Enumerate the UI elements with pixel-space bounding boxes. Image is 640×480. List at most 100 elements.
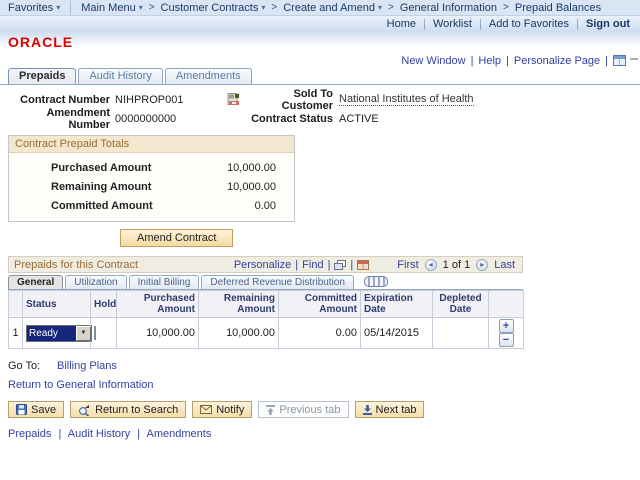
personalize-link[interactable]: Personalize [234, 259, 291, 271]
help-link[interactable]: Help [478, 55, 501, 67]
personalize-layout-icon[interactable] [613, 55, 626, 66]
previous-row-icon[interactable]: ◂ [424, 258, 437, 271]
save-button[interactable]: Save [8, 401, 65, 418]
save-label: Save [31, 403, 57, 416]
divider: | [137, 428, 141, 440]
download-grid-icon[interactable] [357, 259, 370, 270]
tab-audit-history[interactable]: Audit History [78, 68, 163, 84]
divider: | [58, 428, 62, 440]
col-purchased-amount: Purchased Amount [116, 290, 199, 318]
divider: | [350, 258, 354, 271]
breadcrumb-label: General Information [399, 1, 498, 14]
footer-prepaids-link[interactable]: Prepaids [8, 428, 51, 440]
remaining-cell: 10,000.00 [198, 317, 279, 349]
return-to-search-button[interactable]: Return to Search [70, 401, 187, 418]
breadcrumb-general-information[interactable]: General Information [400, 2, 497, 14]
col-hold: Hold [90, 290, 117, 318]
group-box-title: Contract Prepaid Totals [9, 136, 294, 153]
committed-amount-value: 0.00 [254, 199, 276, 212]
expiration-cell: 05/14/2015 [360, 317, 433, 349]
tab-amendments[interactable]: Amendments [164, 68, 252, 84]
notify-button[interactable]: Notify [192, 401, 253, 418]
return-to-general-information-link[interactable]: Return to General Information [8, 379, 154, 391]
amendment-number-label: Amendment Number [46, 106, 110, 131]
show-all-columns-icon[interactable] [363, 276, 388, 287]
breadcrumb-main-menu[interactable]: Main Menu ▾ [81, 2, 142, 14]
breadcrumb-label: Customer Contracts [160, 1, 259, 14]
col-committed-amount: Committed Amount [278, 290, 361, 318]
remaining-amount-value: 10,000.00 [227, 180, 276, 193]
contract-summary-icon[interactable] [227, 93, 241, 106]
billing-plans-link[interactable]: Billing Plans [57, 360, 117, 372]
subtab-deferred-revenue-distribution[interactable]: Deferred Revenue Distribution [201, 275, 354, 289]
scrollbar-artifact [630, 58, 638, 60]
breadcrumb-label: Create and Amend [283, 1, 375, 14]
col-depleted-date: Depleted Date [432, 290, 489, 318]
col-status: Status [22, 290, 91, 318]
purchased-cell: 10,000.00 [116, 317, 199, 349]
footer-audit-history-link[interactable]: Audit History [68, 428, 130, 440]
subtab-utilization[interactable]: Utilization [65, 275, 127, 289]
breadcrumb-customer-contracts[interactable]: Customer Contracts ▾ [161, 2, 266, 14]
grid-title: Prepaids for this Contract [14, 258, 139, 271]
breadcrumb-create-and-amend[interactable]: Create and Amend ▾ [283, 2, 382, 14]
page-links-bar: New Window | Help | Personalize Page | [0, 53, 640, 68]
col-expiration-date: Expiration Date [360, 290, 433, 318]
page-indicator: 1 of 1 [442, 258, 471, 271]
add-row-button[interactable]: + [498, 319, 514, 333]
divider: | [605, 54, 608, 67]
go-to-label: Go To: [8, 360, 41, 372]
add-to-favorites-link[interactable]: Add to Favorites [489, 18, 569, 30]
breadcrumb-separator: > [503, 2, 509, 13]
col-remaining-amount: Remaining Amount [198, 290, 279, 318]
page-toolbar: Save Return to Search Notify Previous ta… [8, 401, 632, 418]
first-link[interactable]: First [397, 259, 418, 271]
logo-band: ORACLE [0, 32, 640, 51]
divider [479, 18, 481, 30]
breadcrumb: Favorites ▾ Main Menu ▾ > Customer Contr… [0, 0, 640, 16]
breadcrumb-divider [70, 0, 72, 15]
breadcrumb-label: Main Menu [81, 1, 136, 14]
next-tab-icon [362, 404, 372, 415]
home-link[interactable]: Home [387, 18, 416, 30]
contract-header: Contract Number NIHPROP001 Sold To Custo… [8, 88, 632, 131]
new-window-link[interactable]: New Window [401, 55, 465, 67]
status-select[interactable]: Ready ▼ [26, 324, 92, 342]
find-link[interactable]: Find [302, 259, 323, 271]
breadcrumb-separator: > [271, 2, 278, 13]
popup-window-icon[interactable] [334, 259, 347, 270]
previous-tab-icon [266, 404, 276, 415]
worklist-link[interactable]: Worklist [433, 18, 472, 30]
chevron-down-icon: ▾ [261, 3, 266, 12]
hold-checkbox[interactable] [94, 326, 96, 340]
committed-amount-label: Committed Amount [51, 199, 153, 212]
next-row-icon[interactable]: ▸ [476, 258, 489, 271]
tab-prepaids[interactable]: Prepaids [8, 68, 77, 84]
personalize-page-link[interactable]: Personalize Page [514, 55, 600, 67]
divider [423, 18, 425, 30]
next-tab-button[interactable]: Next tab [354, 401, 425, 418]
col-actions [488, 290, 524, 318]
contract-number-value: NIHPROP001 [115, 93, 184, 106]
grid-subtabs: General Utilization Initial Billing Defe… [8, 273, 523, 290]
amend-contract-button[interactable]: Amend Contract [120, 229, 234, 247]
favorites-menu[interactable]: Favorites ▾ [8, 2, 60, 14]
last-link[interactable]: Last [494, 259, 515, 271]
footer-amendments-link[interactable]: Amendments [147, 428, 212, 440]
breadcrumb-prepaid-balances[interactable]: Prepaid Balances [515, 2, 601, 14]
subtab-initial-billing[interactable]: Initial Billing [128, 275, 200, 289]
subtab-general[interactable]: General [8, 275, 64, 289]
sign-out-link[interactable]: Sign out [586, 18, 630, 30]
contract-prepaid-totals-box: Contract Prepaid Totals Purchased Amount… [8, 135, 295, 222]
chevron-down-icon: ▾ [138, 3, 143, 12]
previous-tab-button[interactable]: Previous tab [258, 401, 349, 418]
divider: | [295, 258, 299, 271]
delete-row-button[interactable]: − [498, 333, 514, 347]
dropdown-arrow-icon[interactable]: ▼ [76, 325, 91, 341]
previous-tab-label: Previous tab [279, 403, 341, 416]
notify-icon [200, 405, 213, 414]
return-to-search-label: Return to Search [95, 403, 179, 416]
status-selected-value: Ready [27, 325, 76, 341]
sold-to-customer-link[interactable]: National Institutes of Health [339, 93, 474, 106]
